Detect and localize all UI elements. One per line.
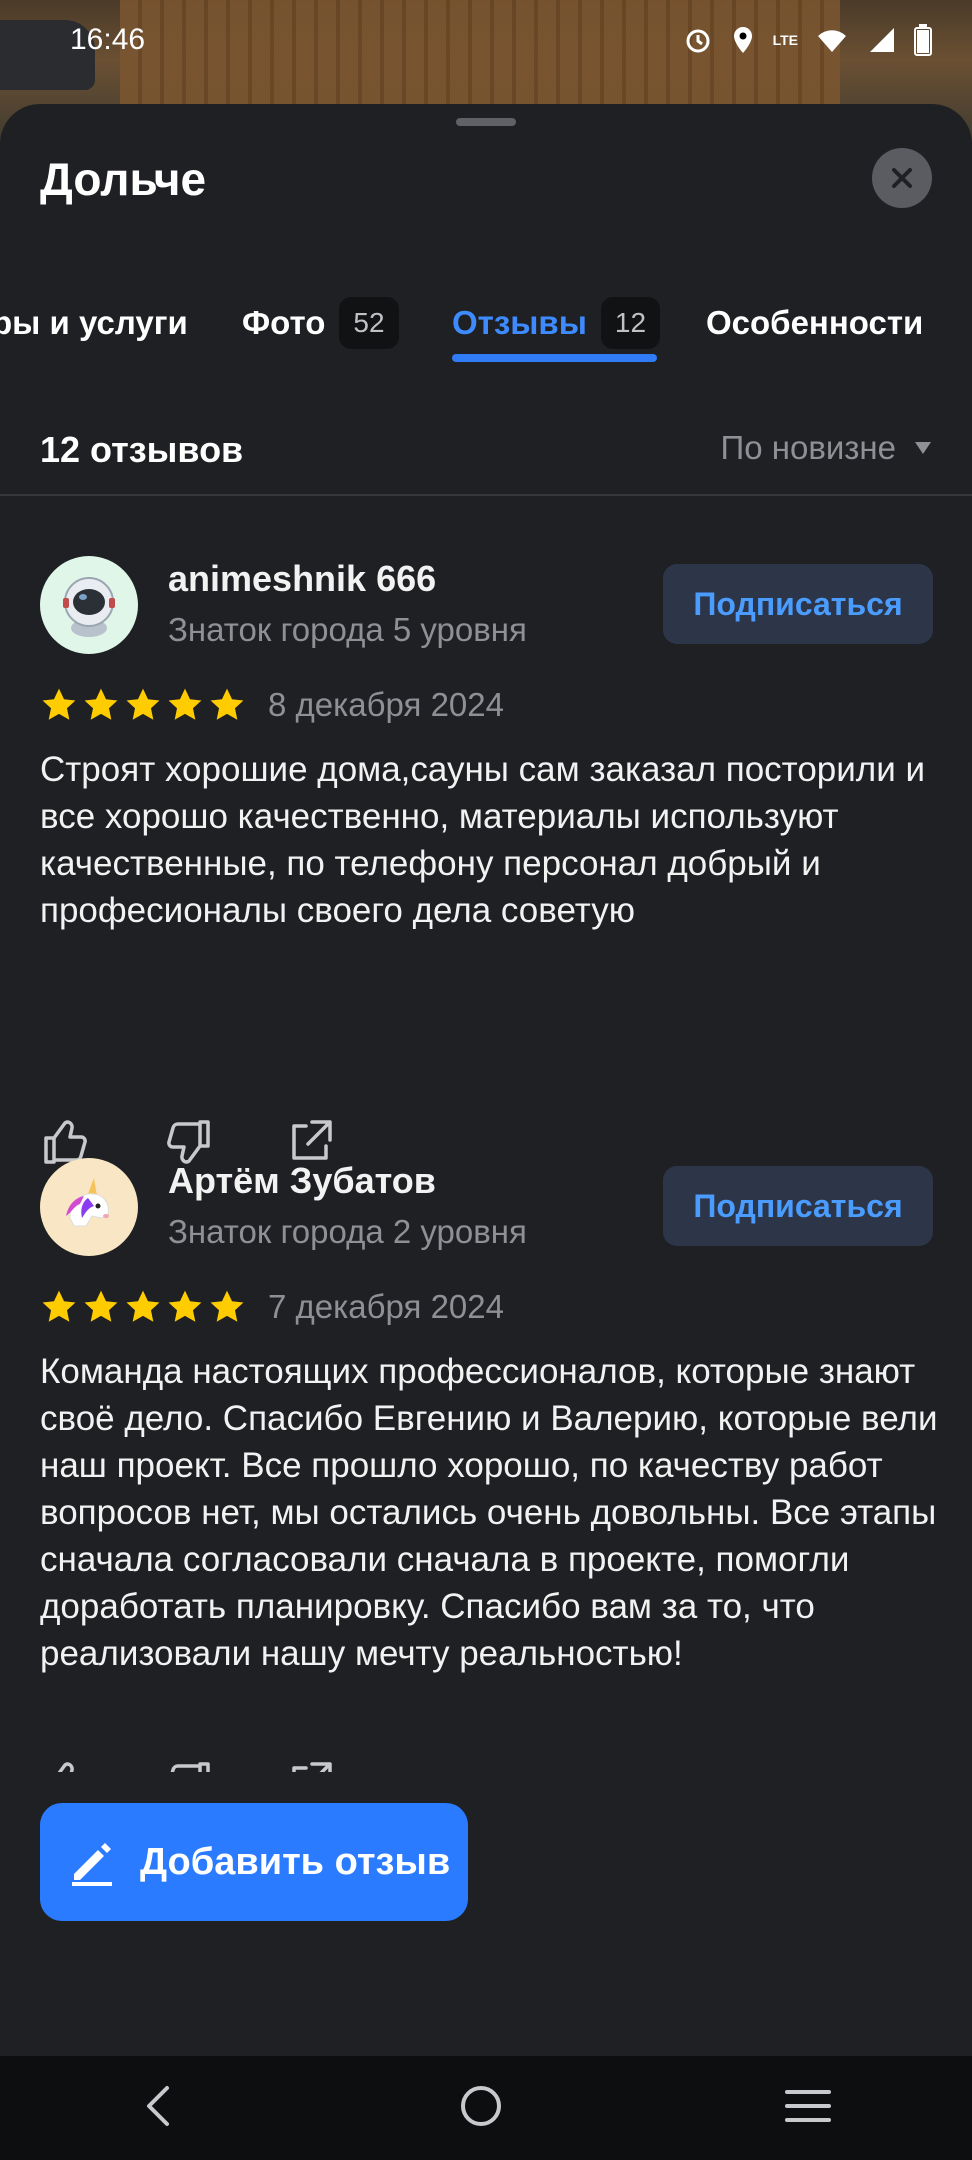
- home-icon: [460, 2085, 501, 2126]
- tab-label: Особенности: [706, 304, 924, 341]
- author-level: Знаток города 2 уровня: [168, 1213, 527, 1250]
- unicorn-avatar-icon: [66, 1178, 109, 1227]
- star-icon: [168, 688, 202, 720]
- review-author[interactable]: Артём Зубатов: [168, 1160, 436, 1202]
- author-level: Знаток города 5 уровня: [168, 611, 527, 648]
- astronaut-avatar-icon: [63, 577, 115, 637]
- star-icon: [126, 1290, 160, 1322]
- status-icons: LTE: [683, 24, 932, 56]
- place-title: Дольче: [40, 153, 207, 205]
- reviews-count-heading: 12 отзывов: [40, 429, 244, 470]
- rating-row: 8 декабря 2024: [40, 686, 504, 724]
- tab-services[interactable]: ры и услуги: [0, 282, 188, 364]
- location-icon: [733, 27, 752, 53]
- subscribe-button[interactable]: Подписаться: [663, 564, 933, 644]
- star-icon: [42, 688, 76, 720]
- review-date: 7 декабря 2024: [268, 1288, 504, 1325]
- sheet-grabber[interactable]: [456, 118, 516, 126]
- star-icon: [126, 688, 160, 720]
- pencil-icon: [72, 1843, 112, 1886]
- star-icon: [84, 1290, 118, 1322]
- tab-count-badge: 52: [339, 297, 399, 349]
- divider: [0, 494, 972, 496]
- sort-dropdown[interactable]: По новизне: [721, 429, 933, 467]
- system-nav-bar: [0, 2056, 972, 2160]
- status-bar: 16:46 LTE: [0, 0, 972, 80]
- tab-label: Фото: [242, 304, 326, 341]
- close-button[interactable]: [872, 148, 932, 208]
- back-button[interactable]: [141, 2084, 177, 2133]
- wifi-icon: [818, 30, 846, 52]
- signal-icon: [870, 28, 894, 52]
- tab-count-badge: 12: [600, 297, 661, 349]
- tab-reviews[interactable]: Отзывы 12: [452, 282, 661, 364]
- active-tab-indicator: [452, 354, 657, 362]
- chevron-down-icon: [915, 442, 931, 454]
- star-icon: [168, 1290, 202, 1322]
- tab-label: ры и услуги: [0, 304, 188, 341]
- star-icon: [210, 1290, 244, 1322]
- review-date: 8 декабря 2024: [268, 686, 504, 723]
- sort-label: По новизне: [720, 429, 897, 466]
- avatar[interactable]: [40, 1158, 138, 1256]
- subscribe-button[interactable]: Подписаться: [663, 1166, 933, 1246]
- star-icon: [210, 688, 244, 720]
- review-author[interactable]: animeshnik 666: [168, 558, 436, 600]
- review-text: Строят хорошие дома,сауны сам заказал по…: [40, 750, 926, 930]
- tab-photos[interactable]: Фото 52: [242, 282, 399, 364]
- review-text: Команда настоящих профессионалов, которы…: [40, 1352, 938, 1673]
- star-icon: [42, 1290, 76, 1322]
- add-review-label: Добавить отзыв: [140, 1840, 451, 1883]
- battery-icon: [914, 24, 932, 56]
- tab-label: Отзывы: [452, 304, 587, 341]
- recents-button[interactable]: [785, 2086, 832, 2131]
- close-icon: [892, 168, 912, 188]
- tab-features[interactable]: Особенности: [706, 282, 923, 364]
- status-time: 16:46: [70, 23, 146, 56]
- place-card-sheet: Дольче ры и услуги Фото 52 Отзывы 12 Осо…: [0, 104, 972, 2056]
- rating-row: 7 декабря 2024: [40, 1288, 504, 1326]
- home-button[interactable]: [458, 2083, 504, 2134]
- star-icon: [84, 688, 118, 720]
- lte-icon: LTE: [772, 32, 798, 48]
- menu-icon: [785, 2089, 832, 2122]
- avatar[interactable]: [40, 556, 138, 654]
- back-icon: [146, 2085, 169, 2126]
- add-review-button[interactable]: Добавить отзыв: [40, 1803, 468, 1921]
- alarm-icon: [686, 29, 710, 53]
